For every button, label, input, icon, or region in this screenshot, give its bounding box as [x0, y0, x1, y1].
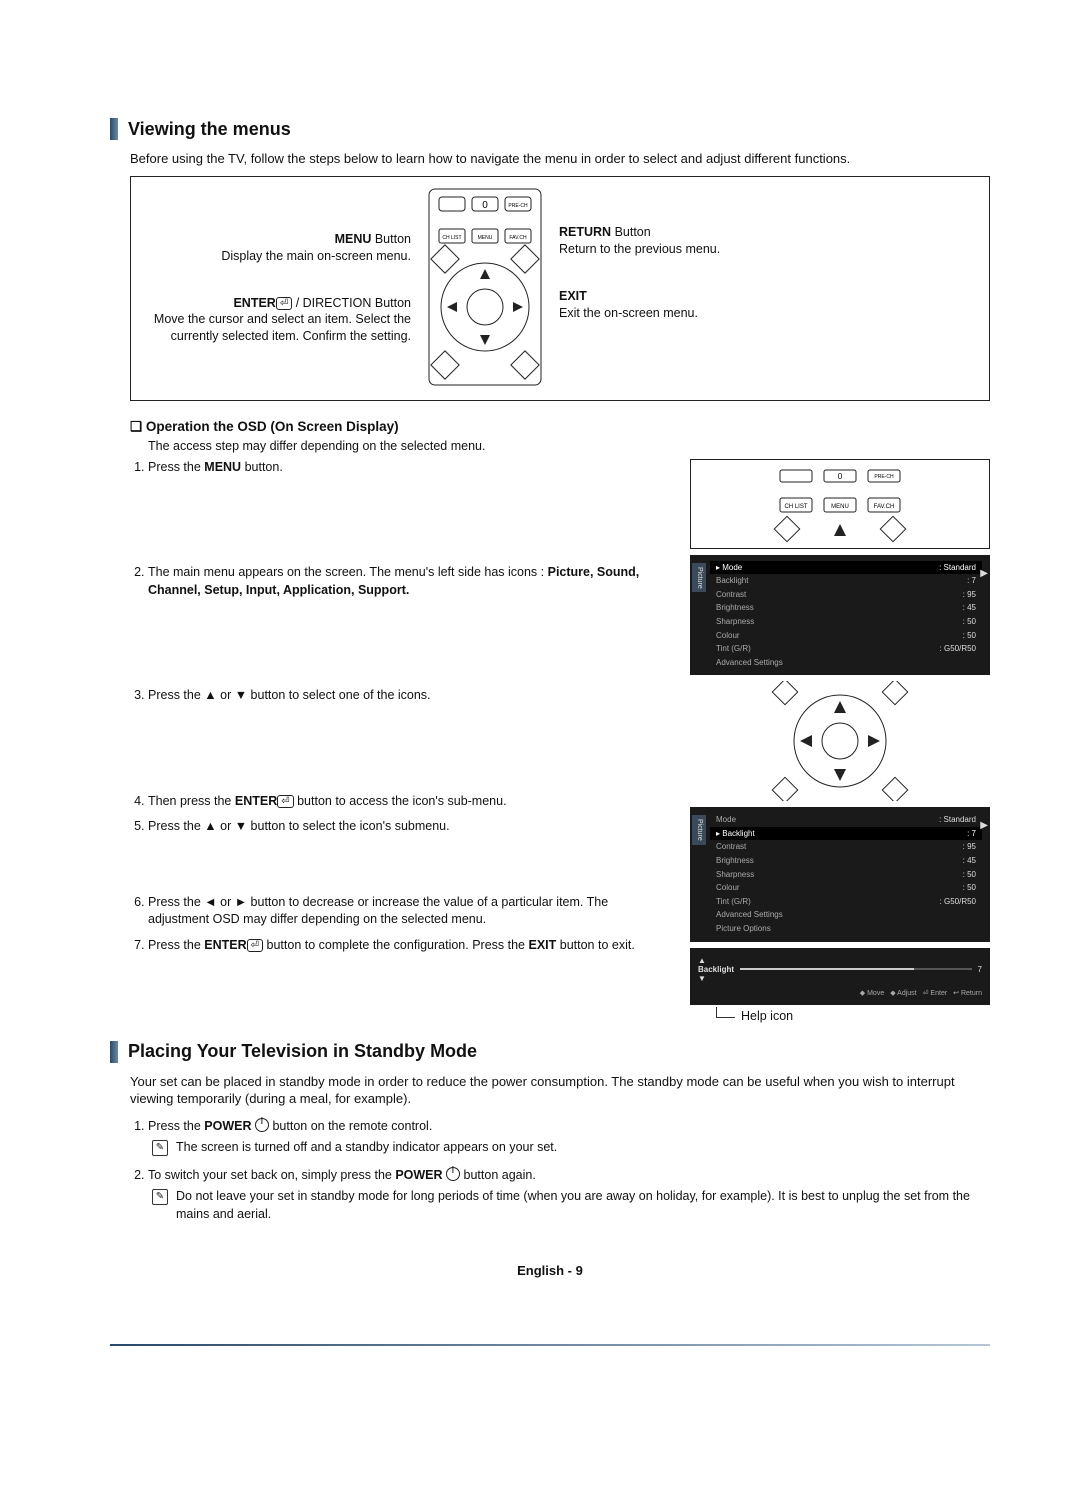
svg-text:FAV.CH: FAV.CH: [509, 235, 527, 241]
svg-text:0: 0: [838, 472, 843, 481]
enter-icon: ⏎: [247, 939, 263, 952]
standby-intro: Your set can be placed in standby mode i…: [130, 1073, 990, 1108]
svg-text:CH LIST: CH LIST: [442, 235, 461, 241]
osd-subheading: Operation the OSD (On Screen Display): [130, 419, 990, 435]
prech-label: PRE-CH: [508, 203, 528, 209]
footer-rule: [110, 1344, 990, 1346]
mini-remote-top: 0 PRE-CH CH LIST MENU FAV.CH: [690, 459, 990, 549]
osd-step: Then press the ENTER⏎ button to access t…: [148, 793, 672, 811]
power-icon: [255, 1118, 269, 1132]
page-footer: English - 9: [110, 1263, 990, 1278]
side-illustrations: 0 PRE-CH CH LIST MENU FAV.CH Picture ▶: [690, 459, 990, 1023]
osd-step: The main menu appears on the screen. The…: [148, 564, 672, 599]
svg-text:FAV.CH: FAV.CH: [874, 504, 895, 510]
exit-button-callout: EXIT Exit the on-screen menu.: [559, 288, 977, 322]
svg-text:PRE-CH: PRE-CH: [874, 474, 894, 480]
standby-step: Press the POWER button on the remote con…: [148, 1116, 990, 1157]
osd-step: Press the ENTER⏎ button to complete the …: [148, 937, 672, 955]
heading-bar-icon: [110, 1041, 118, 1063]
enter-icon: ⏎: [277, 795, 293, 808]
osd-step: Press the ◄ or ► button to decrease or i…: [148, 894, 672, 929]
svg-text:MENU: MENU: [831, 504, 849, 510]
return-button-callout: RETURN Button Return to the previous men…: [559, 224, 977, 258]
svg-text:0: 0: [482, 200, 488, 211]
svg-text:CH LIST: CH LIST: [784, 504, 807, 510]
section-heading-viewing: Viewing the menus: [110, 118, 990, 140]
svg-text:MENU: MENU: [478, 235, 493, 241]
enter-icon: ⏎: [276, 297, 292, 310]
osd-subtext: The access step may differ depending on …: [148, 439, 990, 453]
heading-bar-icon: [110, 118, 118, 140]
enter-button-callout: ENTER⏎ / DIRECTION Button Move the curso…: [143, 295, 411, 346]
osd-slider: ▲Backlight▼ 7 ◆ Move◆ Adjust⏎ Enter↩ Ret…: [690, 948, 990, 1005]
osd-steps-list: Press the MENU button. The main menu appe…: [130, 459, 672, 955]
remote-diagram: MENU Button Display the main on-screen m…: [130, 176, 990, 401]
osd-step: Press the MENU button.: [148, 459, 672, 477]
osd-step: Press the ▲ or ▼ button to select the ic…: [148, 818, 672, 836]
note-icon: ✎: [152, 1189, 168, 1205]
standby-steps-list: Press the POWER button on the remote con…: [130, 1116, 990, 1224]
intro-text: Before using the TV, follow the steps be…: [130, 150, 990, 168]
osd-step: Press the ▲ or ▼ button to select one of…: [148, 687, 672, 705]
power-icon: [446, 1167, 460, 1181]
heading-standby-mode: Placing Your Television in Standby Mode: [128, 1041, 477, 1062]
mini-remote-dpad: [690, 681, 990, 801]
help-icon-label: Help icon: [716, 1009, 990, 1023]
osd-screenshot-1: Picture ▶ ▸ Mode: StandardBacklight: 7Co…: [690, 555, 990, 676]
menu-button-callout: MENU Button Display the main on-screen m…: [143, 231, 411, 265]
osd-screenshot-2: Picture ▶ Mode: Standard▸ Backlight: 7Co…: [690, 807, 990, 941]
note-icon: ✎: [152, 1140, 168, 1156]
remote-illustration: 0 PRE-CH CH LIST MENU FAV.CH: [425, 187, 545, 390]
standby-step: To switch your set back on, simply press…: [148, 1165, 990, 1224]
heading-viewing-menus: Viewing the menus: [128, 119, 291, 140]
section-heading-standby: Placing Your Television in Standby Mode: [110, 1041, 990, 1063]
